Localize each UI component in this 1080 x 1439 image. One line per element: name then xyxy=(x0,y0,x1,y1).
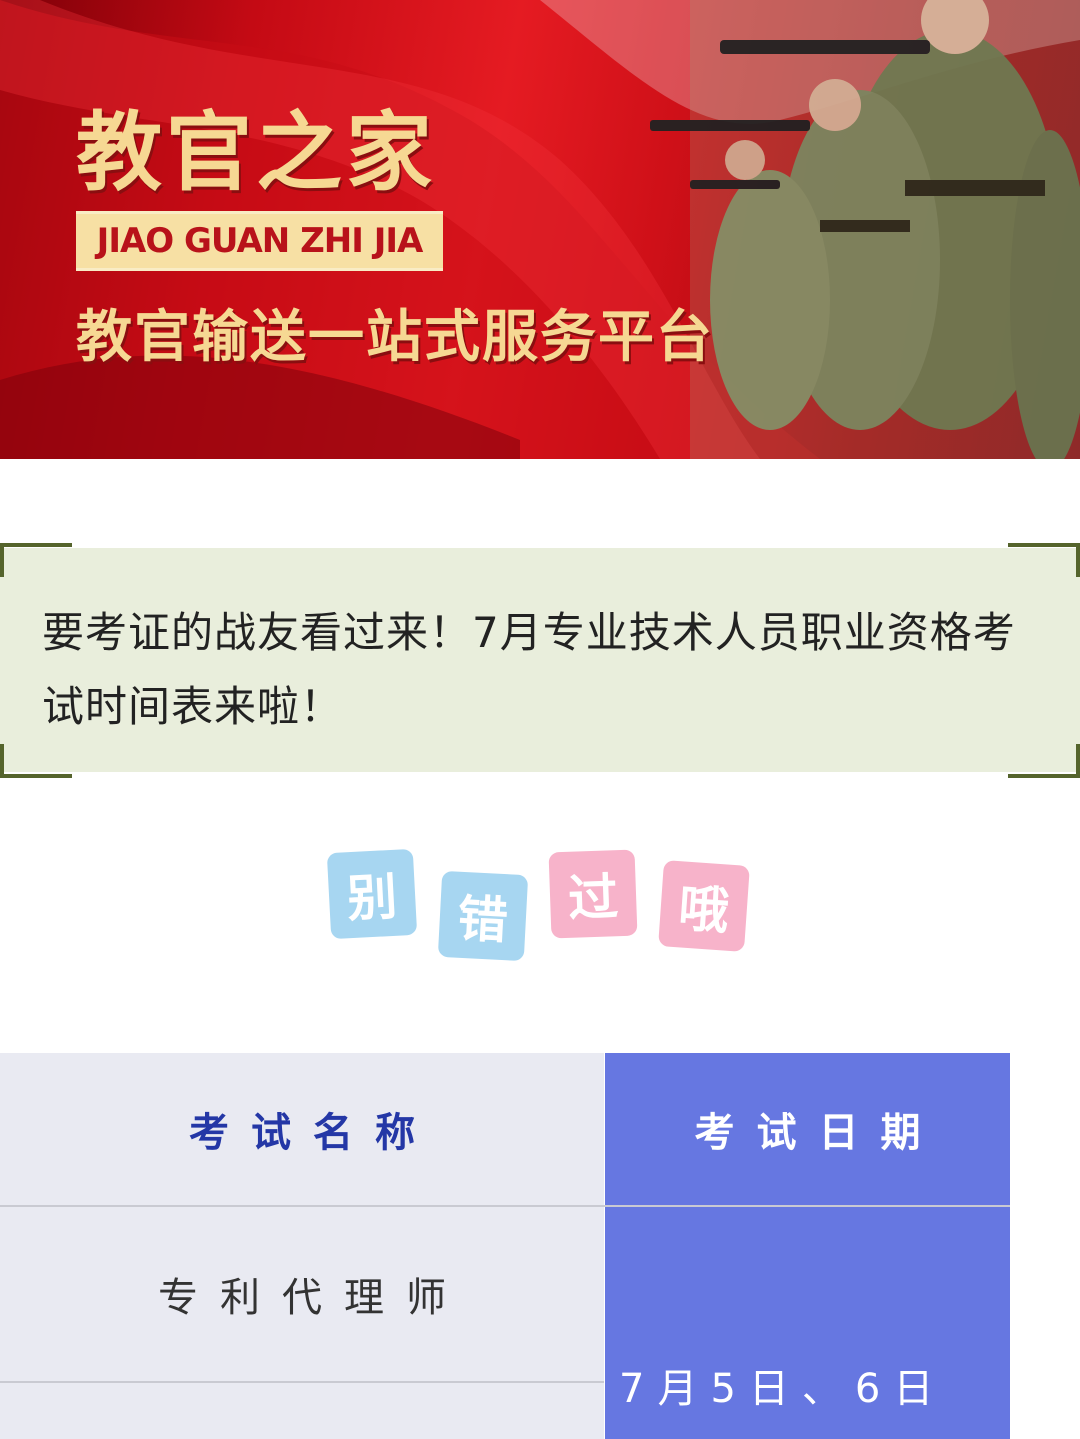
brand-title: 教官之家 xyxy=(76,103,436,203)
brand-subtitle-box: JIAO GUAN ZHI JIA xyxy=(76,211,443,271)
corner-decoration-bottom-left xyxy=(0,744,72,778)
corner-decoration-top-left xyxy=(0,543,72,577)
headline-text: 要考证的战友看过来！7月专业技术人员职业资格考试时间表来啦！ xyxy=(42,608,1016,731)
tile-char: 过 xyxy=(548,849,638,939)
tile-char: 哦 xyxy=(658,860,750,952)
header-exam-date: 考试日期 xyxy=(694,1110,943,1156)
table-cell-exam-date: 7月5日、6日 xyxy=(619,1366,947,1412)
corner-decoration-top-right xyxy=(1008,543,1080,577)
brand-slogan: 教官输送一站式服务平台 xyxy=(76,305,714,370)
row-divider xyxy=(0,1381,604,1383)
header-exam-name: 考试名称 xyxy=(189,1110,437,1156)
soldiers-photo xyxy=(650,0,1080,459)
table-cell-exam-name: 专利代理师 xyxy=(158,1275,468,1321)
corner-decoration-bottom-right xyxy=(1008,744,1080,778)
exam-schedule-table: 考试名称 考试日期 专利代理师 7月5日、6日 xyxy=(0,1053,1010,1439)
header-banner: 教官之家 JIAO GUAN ZHI JIA 教官输送一站式服务平台 xyxy=(0,0,1080,459)
tile-char: 别 xyxy=(326,848,418,940)
brand-subtitle: JIAO GUAN ZHI JIA xyxy=(96,221,424,261)
tile-char: 错 xyxy=(437,870,529,962)
